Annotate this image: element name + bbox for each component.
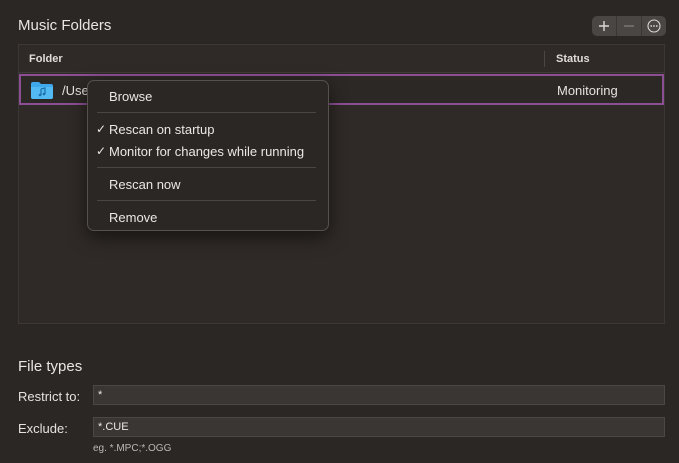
folder-path: /Use [62,83,89,98]
menu-item-label: Rescan on startup [109,122,215,137]
menu-separator [97,200,316,201]
add-folder-button[interactable] [592,16,617,36]
menu-item-rescan-now[interactable]: Rescan now [88,175,328,195]
checkmark-icon: ✓ [96,144,107,158]
remove-folder-button[interactable] [617,16,642,36]
exclude-label: Exclude: [18,421,68,436]
folder-status: Monitoring [557,83,618,98]
menu-item-label: Remove [109,210,158,225]
folder-context-menu: Browse ✓ Rescan on startup ✓ Monitor for… [87,80,329,231]
column-header-status[interactable]: Status [556,53,590,65]
more-options-button[interactable] [642,16,666,36]
exclude-field[interactable]: *.CUE [93,417,665,437]
music-folder-icon [30,81,54,105]
plus-icon [599,21,609,31]
restrict-to-field[interactable]: * [93,385,665,405]
file-types-title: File types [18,358,83,375]
column-header-folder[interactable]: Folder [29,53,63,65]
restrict-to-label: Restrict to: [18,389,81,404]
menu-separator [97,167,316,168]
menu-item-label: Monitor for changes while running [109,144,305,159]
menu-item-label: Browse [109,89,153,104]
menu-separator [97,112,316,113]
menu-item-rescan-on-startup[interactable]: ✓ Rescan on startup [88,120,328,140]
menu-item-browse[interactable]: Browse [88,87,328,107]
column-divider [544,51,545,67]
table-header: Folder Status [19,45,664,73]
minus-icon [624,25,634,27]
menu-item-monitor-changes[interactable]: ✓ Monitor for changes while running [88,142,328,162]
menu-item-remove[interactable]: Remove [88,208,328,228]
folder-controls [592,16,666,36]
checkmark-icon: ✓ [96,122,107,136]
menu-item-label: Rescan now [109,177,181,192]
exclude-hint: eg. *.MPC;*.OGG [93,443,172,454]
music-folders-title: Music Folders [18,17,112,34]
more-icon [647,19,661,33]
